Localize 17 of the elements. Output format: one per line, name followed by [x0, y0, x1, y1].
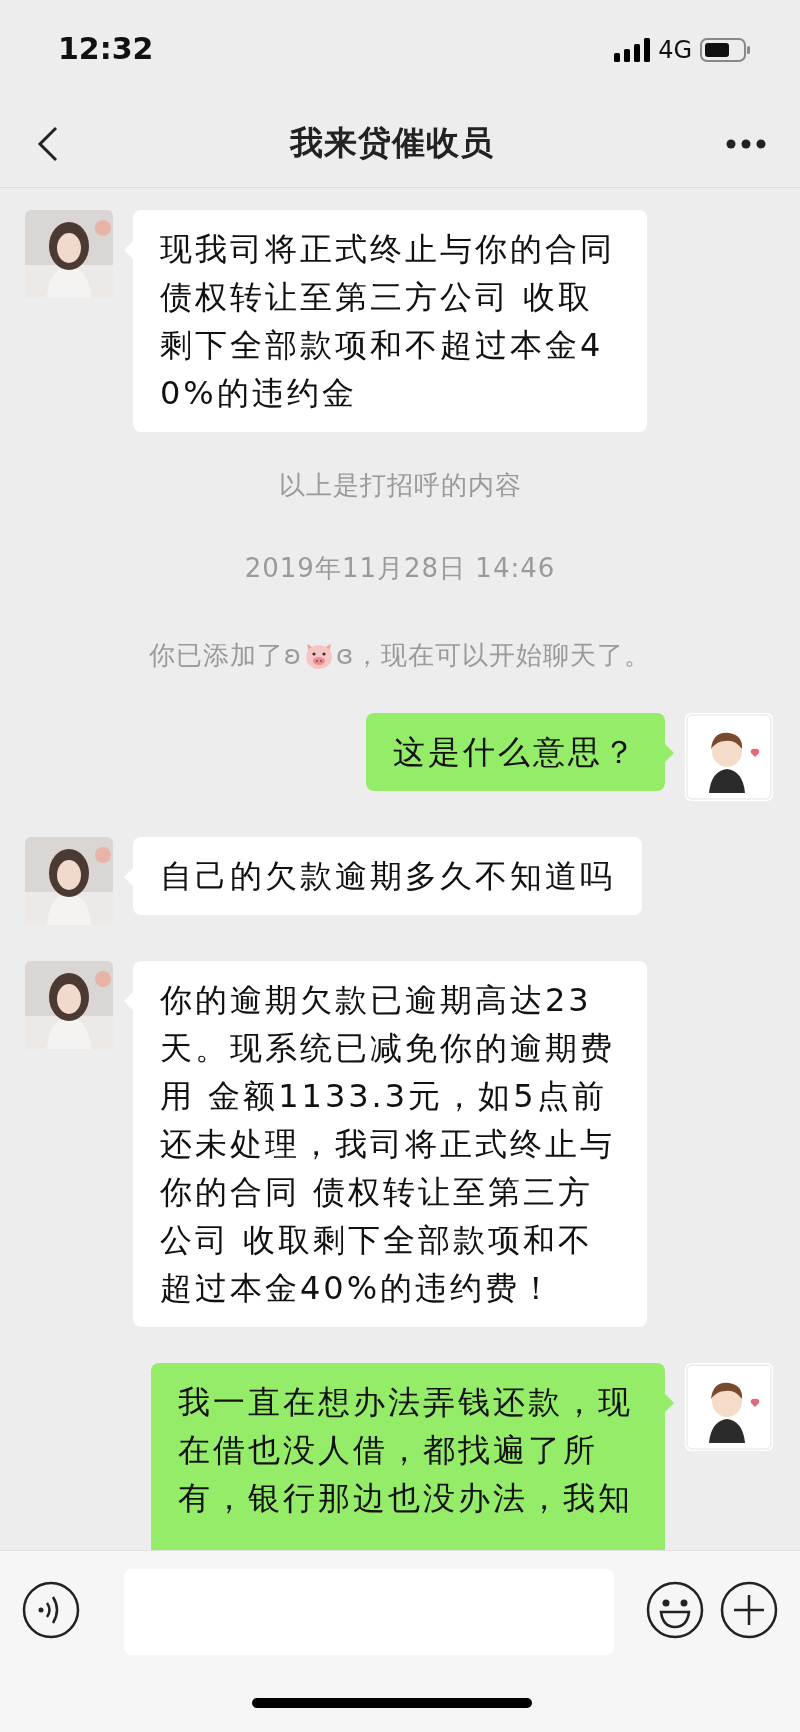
signal-icon [614, 38, 651, 62]
chat-title: 我来贷催收员 [290, 122, 494, 164]
back-icon [36, 125, 58, 162]
emoji-button[interactable] [646, 1581, 704, 1639]
system-notice-end: ɞ，现在可以开始聊天了。 [336, 640, 652, 670]
more-icon [726, 138, 766, 149]
clock-time: 12:32 [58, 30, 154, 66]
system-notice-start: 你已添加了ʚ [148, 640, 302, 670]
add-button[interactable] [720, 1581, 778, 1639]
system-notice: 以上是打招呼的内容 [277, 469, 523, 502]
timestamp: 2019年11月28日 14:46 [243, 552, 557, 585]
smiley-icon [646, 1581, 704, 1639]
battery-icon [700, 38, 750, 62]
voice-icon [22, 1581, 80, 1639]
network-label: 4G [658, 36, 692, 64]
plus-icon [720, 1581, 778, 1639]
voice-button[interactable] [22, 1581, 80, 1639]
